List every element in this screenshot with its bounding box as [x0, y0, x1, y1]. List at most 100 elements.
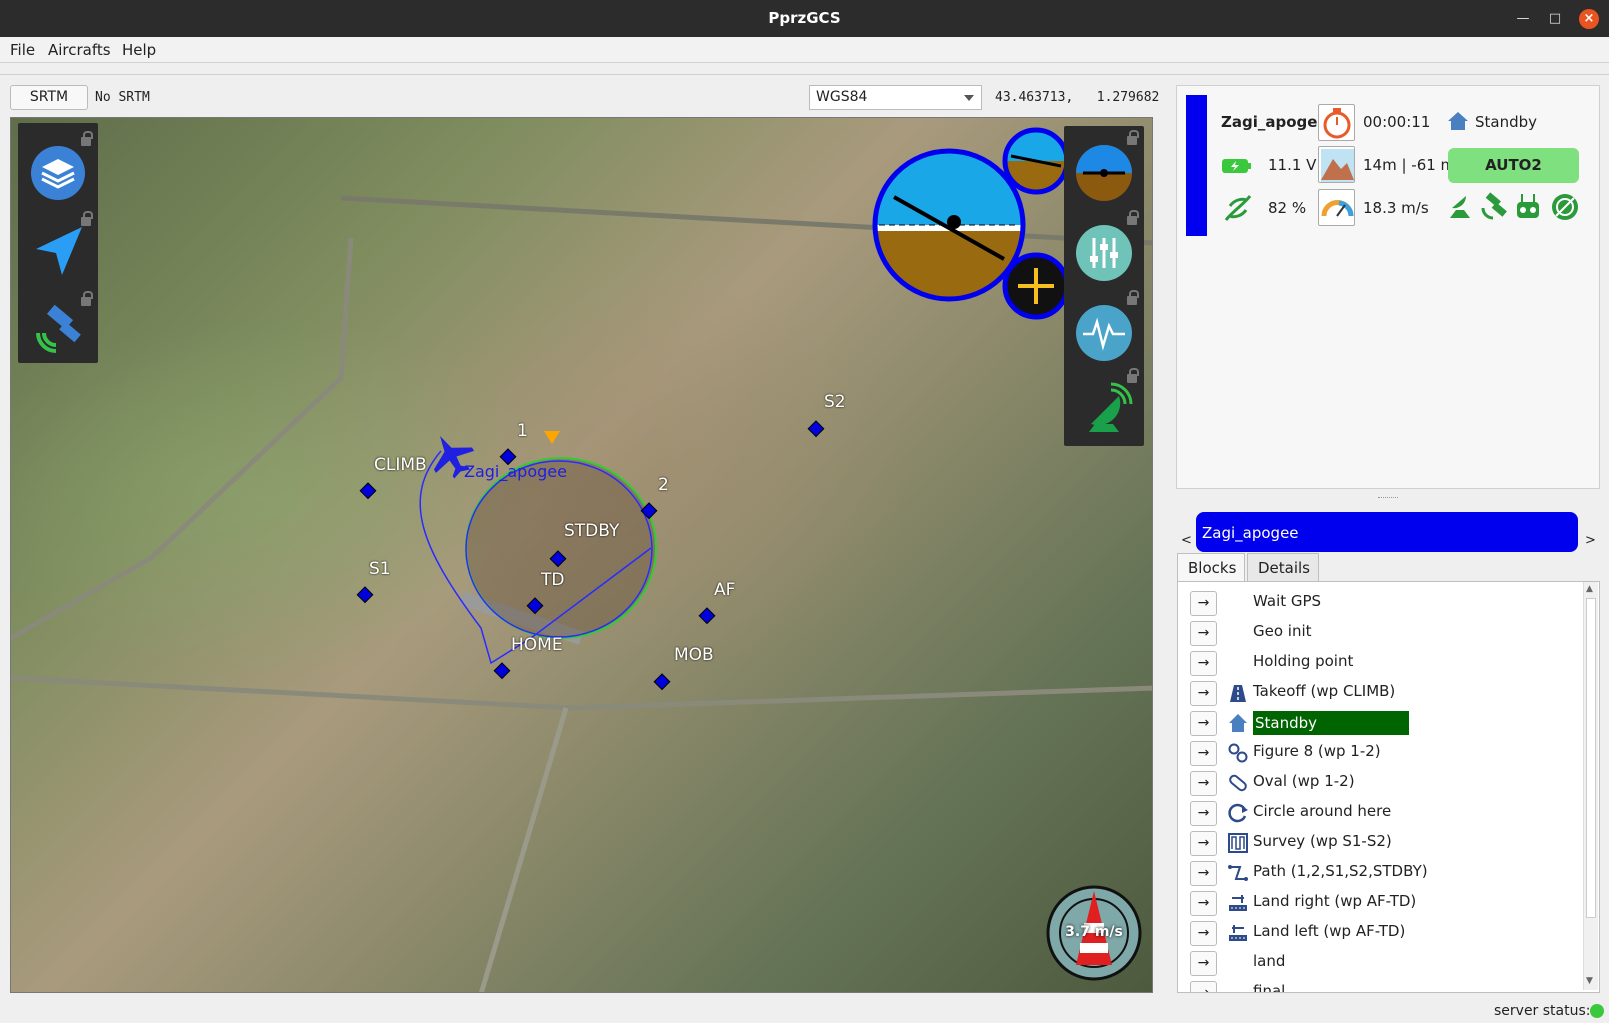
current-block-name: Standby	[1475, 113, 1538, 131]
block-label[interactable]: land	[1253, 952, 1285, 970]
map-overlay	[11, 127, 1152, 992]
block-row: → Land right (wp AF-TD)	[1178, 888, 1578, 918]
ground-speed: 18.3 m/s	[1363, 199, 1429, 217]
block-row: → Land left (wp AF-TD)	[1178, 918, 1578, 948]
battery-voltage: 11.1 V	[1268, 156, 1317, 174]
block-label[interactable]: Geo init	[1253, 622, 1312, 640]
takeoff-icon	[1230, 685, 1246, 702]
cursor-coordinates: 43.463713, 1.279682	[995, 90, 1160, 105]
block-label[interactable]: Circle around here	[1253, 802, 1391, 820]
menu-file[interactable]: File	[10, 41, 35, 59]
aircraft-tab-label: Zagi_apogee	[1202, 524, 1299, 542]
server-status-indicator	[1590, 1004, 1604, 1018]
block-label[interactable]: Holding point	[1253, 652, 1353, 670]
maximize-icon[interactable]: □	[1545, 9, 1565, 29]
scroll-down-icon[interactable]: ▼	[1586, 976, 1593, 986]
wind-speed: 3.7 m/s	[1065, 924, 1123, 940]
scrollbar-thumb[interactable]	[1586, 598, 1596, 918]
circle-icon	[1228, 803, 1248, 823]
status-aircraft-name: Zagi_apogee	[1221, 113, 1328, 131]
aircraft-color-strip	[1186, 95, 1207, 236]
block-label[interactable]: Figure 8 (wp 1-2)	[1253, 742, 1381, 760]
road	[11, 675, 1152, 711]
waypoint-label: CLIMB	[374, 455, 427, 475]
timer-icon	[1318, 104, 1355, 141]
pfd-icon[interactable]	[1075, 144, 1133, 202]
block-label[interactable]: Survey (wp S1-S2)	[1253, 832, 1392, 850]
map-layers-toolbar	[18, 123, 98, 363]
tab-blocks[interactable]: Blocks	[1177, 553, 1245, 581]
scroll-up-icon[interactable]: ▲	[1586, 584, 1593, 594]
goto-block-button[interactable]: →	[1190, 861, 1217, 886]
waypoint-label: 1	[517, 421, 528, 441]
waypoint-marker	[359, 482, 377, 500]
flight-timer: 00:00:11	[1363, 113, 1431, 131]
goto-block-button[interactable]: →	[1190, 711, 1217, 736]
block-label[interactable]: Land right (wp AF-TD)	[1253, 892, 1416, 910]
goto-block-button[interactable]: →	[1190, 681, 1217, 706]
goto-block-button[interactable]: →	[1190, 891, 1217, 916]
block-label[interactable]: Path (1,2,S1,S2,STDBY)	[1253, 862, 1428, 880]
home-icon	[1229, 714, 1247, 732]
goto-block-button[interactable]: →	[1190, 801, 1217, 826]
chevron-down-icon	[964, 95, 974, 101]
goto-block-button[interactable]: →	[1190, 771, 1217, 796]
imu-status-icon	[1552, 194, 1578, 220]
next-aircraft-arrow[interactable]: >	[1585, 533, 1596, 548]
block-row: → Standby	[1178, 708, 1578, 738]
goto-block-button[interactable]: →	[1190, 741, 1217, 766]
target-marker	[544, 431, 560, 444]
figure8-icon	[1228, 743, 1248, 763]
goto-block-button[interactable]: →	[1190, 981, 1217, 992]
aircraft-tab[interactable]: Zagi_apogee	[1196, 512, 1578, 552]
waypoint-label: S2	[824, 392, 846, 412]
speedometer-icon	[1318, 189, 1355, 226]
blocks-scrollbar[interactable]: ▲ ▼	[1583, 582, 1598, 990]
block-row: → Survey (wp S1-S2)	[1178, 828, 1578, 858]
telemetry-antenna-icon[interactable]	[1075, 382, 1133, 440]
block-label[interactable]: Oval (wp 1-2)	[1253, 772, 1355, 790]
srtm-button[interactable]: SRTM	[10, 85, 88, 110]
gps-antenna-icon	[1450, 196, 1470, 218]
land-icon	[1229, 895, 1247, 911]
srtm-status: No SRTM	[95, 90, 150, 105]
block-label[interactable]: Takeoff (wp CLIMB)	[1253, 682, 1395, 700]
goto-block-button[interactable]: →	[1190, 921, 1217, 946]
menu-aircrafts[interactable]: Aircrafts	[48, 41, 111, 59]
goto-block-button[interactable]: →	[1190, 831, 1217, 856]
altitude-readout: 14m | -61 m	[1363, 156, 1456, 174]
tab-details[interactable]: Details	[1247, 553, 1319, 581]
navigation-icon[interactable]	[30, 223, 86, 279]
ap-mode-badge[interactable]: AUTO2	[1448, 148, 1579, 183]
current-block-label[interactable]: Standby	[1253, 711, 1409, 735]
goto-block-button[interactable]: →	[1190, 651, 1217, 676]
map-widgets-toolbar	[1064, 126, 1144, 446]
waypoint-label: 2	[658, 475, 669, 495]
path-icon	[1228, 865, 1248, 881]
altitude-icon	[1318, 146, 1355, 183]
waypoint-label: S1	[369, 559, 391, 579]
minimize-icon[interactable]: —	[1513, 9, 1533, 29]
satellite-icon[interactable]	[30, 303, 86, 359]
goto-block-button[interactable]: →	[1190, 621, 1217, 646]
pfd-heading-small	[1002, 252, 1070, 320]
toolbar-strip	[0, 63, 1609, 75]
menu-help[interactable]: Help	[122, 41, 156, 59]
map-view[interactable]: CLIMB 1 2 S2 STDBY TD AF S1 HOME MOB Zag…	[10, 117, 1153, 993]
blocks-list: → Wait GPS → Geo init → Holding point → …	[1177, 581, 1600, 993]
prev-aircraft-arrow[interactable]: <	[1181, 533, 1192, 548]
projection-select[interactable]: WGS84	[809, 85, 982, 110]
waypoint-marker	[807, 420, 825, 438]
waypoint-marker	[698, 607, 716, 625]
signal-plot-icon[interactable]	[1075, 304, 1133, 362]
block-label[interactable]: final	[1253, 982, 1285, 992]
block-label[interactable]: Wait GPS	[1253, 592, 1321, 610]
block-row: → Geo init	[1178, 618, 1578, 648]
goto-block-button[interactable]: →	[1190, 591, 1217, 616]
layers-icon[interactable]	[30, 145, 86, 201]
close-icon[interactable]: ×	[1579, 9, 1599, 29]
settings-sliders-icon[interactable]	[1075, 224, 1133, 282]
goto-block-button[interactable]: →	[1190, 951, 1217, 976]
panel-splitter[interactable]	[1378, 497, 1398, 500]
block-label[interactable]: Land left (wp AF-TD)	[1253, 922, 1405, 940]
